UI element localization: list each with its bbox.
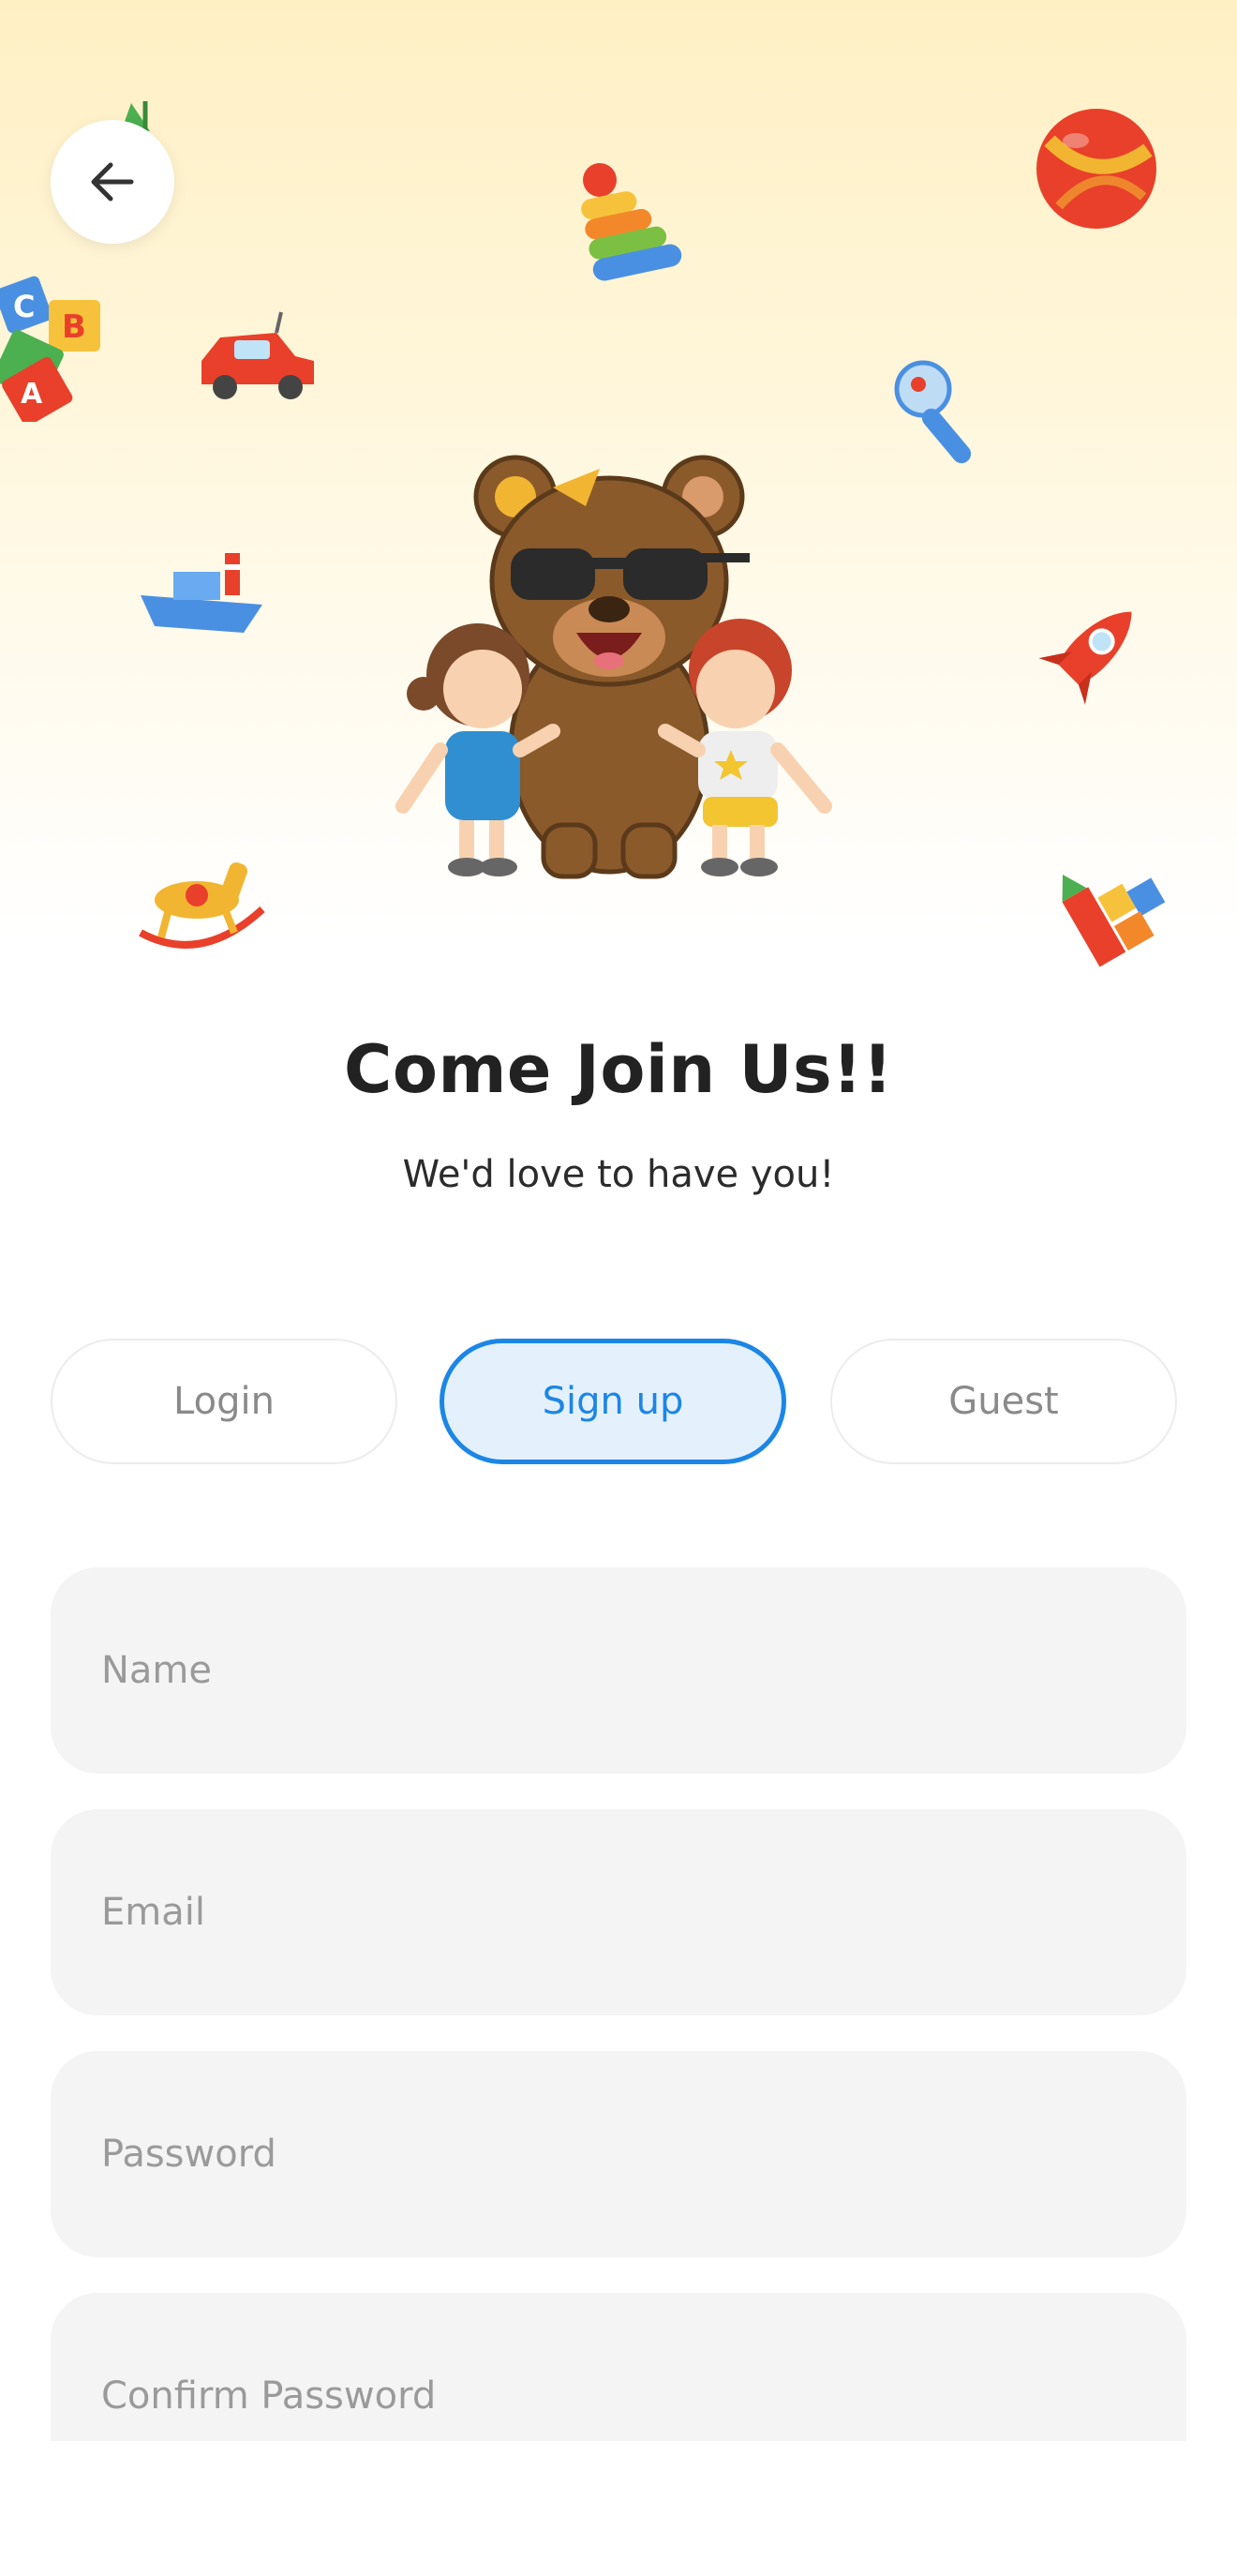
password-field: [51, 2051, 1186, 2257]
svg-text:A: A: [21, 378, 43, 411]
email-field: [51, 1809, 1186, 2015]
tab-login[interactable]: Login: [51, 1339, 397, 1464]
page-title: Come Join Us!!: [344, 1031, 893, 1108]
tab-guest[interactable]: Guest: [830, 1339, 1177, 1464]
bear-with-kids-illustration: [395, 455, 832, 879]
svg-text:B: B: [62, 308, 86, 346]
arrow-left-icon: [91, 162, 134, 202]
tab-sign-up[interactable]: Sign up: [440, 1339, 786, 1464]
name-field: [51, 1567, 1186, 1774]
page-subtitle: We'd love to have you!: [402, 1153, 835, 1196]
signup-screen: C B A Come Join Us!! We'd love to have y…: [0, 0, 1237, 2576]
rocking-horse-icon: [139, 862, 265, 949]
rattle-icon: [894, 360, 972, 464]
stacking-rings-icon: [581, 163, 682, 281]
email-input[interactable]: [101, 1809, 1132, 2015]
password-input[interactable]: [101, 2051, 1132, 2257]
alphabet-blocks-icon: C B A: [0, 276, 100, 422]
back-button[interactable]: [51, 120, 174, 244]
toy-tower-icon: [1062, 875, 1166, 967]
toy-car-icon: [201, 311, 314, 399]
svg-text:C: C: [13, 289, 35, 324]
name-input[interactable]: [101, 1567, 1132, 1774]
scroll-clip-area: [0, 2441, 1237, 2576]
toy-boat-icon: [141, 553, 262, 633]
rocket-icon: [1038, 611, 1132, 705]
ball-icon: [1036, 109, 1156, 229]
